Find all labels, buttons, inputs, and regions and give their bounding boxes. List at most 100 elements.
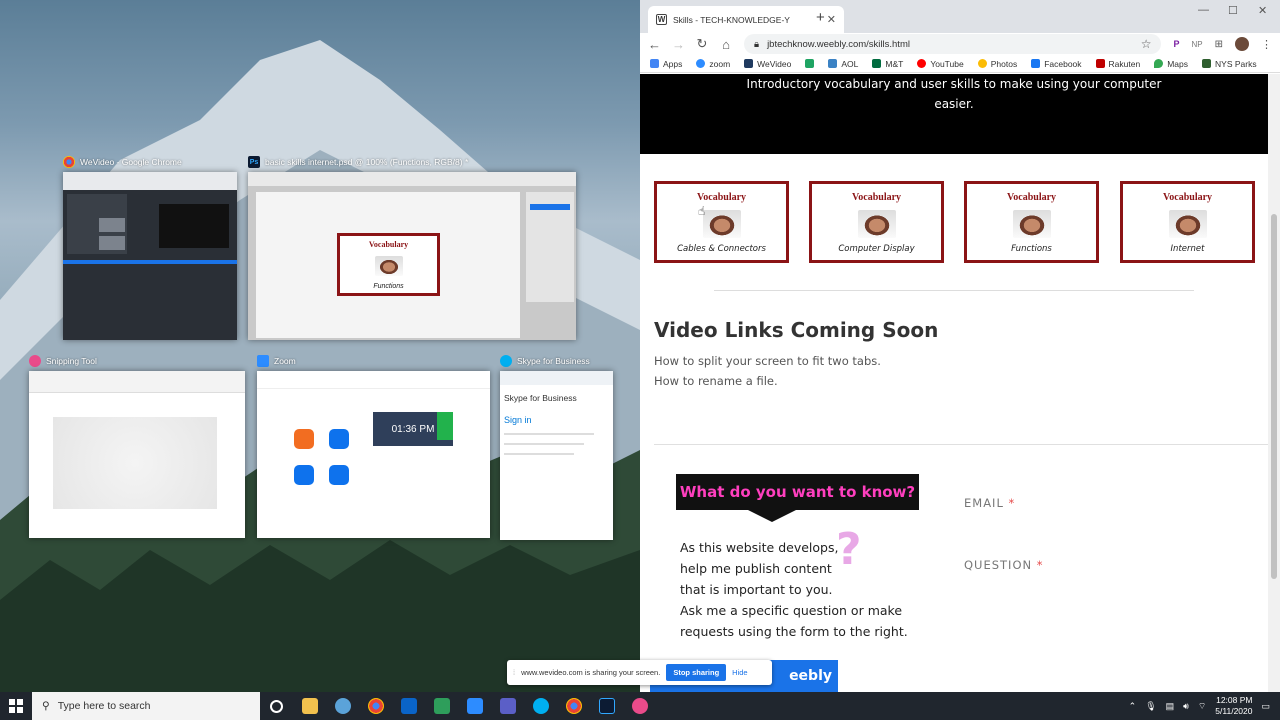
bookmark-nys-parks[interactable]: NYS Parks xyxy=(1202,59,1257,69)
hand-image xyxy=(1168,209,1207,238)
bookmark-youtube[interactable]: YouTube xyxy=(917,59,964,69)
back-arrow-icon[interactable]: ← xyxy=(648,37,661,52)
taskbar-zoom[interactable] xyxy=(458,692,491,720)
window-title: basic skills internet.psd @ 100% (Functi… xyxy=(265,157,469,167)
tab-strip: W Skills - TECH-KNOWLEDGE-Y ✕ + — ☐ ✕ xyxy=(640,0,1280,33)
taskview-window-zoom[interactable]: Zoom 01:36 PM xyxy=(257,355,490,538)
volume-icon[interactable]: 🔊︎ xyxy=(1183,701,1189,712)
card-computer-display[interactable]: Vocabulary Computer Display xyxy=(809,181,944,263)
window-preview xyxy=(29,371,245,538)
bookmark-photos[interactable]: Photos xyxy=(977,59,1017,69)
task-view-button[interactable] xyxy=(260,692,293,720)
bookmark-rakuten[interactable]: Rakuten xyxy=(1095,59,1140,69)
taskview-window-skype[interactable]: Skype for Business Skype for Business Si… xyxy=(500,355,613,540)
microphone-icon[interactable]: 🎙︎ xyxy=(1145,701,1156,712)
hand-image xyxy=(857,209,896,238)
hero-text: Introductory vocabulary and user skills … xyxy=(746,77,1162,111)
taskbar-chrome2[interactable] xyxy=(557,692,590,720)
taskbar-teams[interactable] xyxy=(491,692,524,720)
start-button[interactable] xyxy=(0,692,32,720)
card-cables-connectors[interactable]: Vocabulary Cables & Connectors xyxy=(654,181,789,263)
menu-dots-icon[interactable]: ⋮ xyxy=(1261,38,1272,51)
photoshop-icon: Ps xyxy=(248,156,260,168)
taskbar-skype[interactable] xyxy=(524,692,557,720)
zoom-icon xyxy=(257,355,269,367)
system-tray: ⌃ 🎙︎ ▤ 🔊︎ ⌔ 12:08 PM 5/11/2020 ▭ xyxy=(1129,695,1280,717)
bookmark-facebook[interactable]: Facebook xyxy=(1031,59,1082,69)
avatar[interactable] xyxy=(1235,37,1249,51)
nys-parks-icon xyxy=(1202,59,1212,68)
taskview-window-snipping-tool[interactable]: Snipping Tool xyxy=(29,355,245,538)
bookmark-mt[interactable]: M&T xyxy=(872,59,903,69)
minimize-button[interactable]: — xyxy=(1198,4,1209,16)
card-title: Vocabulary xyxy=(1006,192,1057,203)
extensions-grid-icon[interactable]: ⊞ xyxy=(1215,39,1223,50)
extension-np-icon[interactable]: NP xyxy=(1191,40,1202,49)
notifications-icon[interactable]: ▭ xyxy=(1261,701,1270,712)
window-title-bar: WeVideo - Google Chrome xyxy=(63,154,182,170)
taskbar-app2[interactable] xyxy=(425,692,458,720)
taskbar-app[interactable] xyxy=(326,692,359,720)
scrollbar-thumb[interactable] xyxy=(1271,214,1277,579)
ask-text-line: that is important to you. xyxy=(680,582,833,597)
tab-title: Skills - TECH-KNOWLEDGE-Y xyxy=(673,14,790,25)
mt-icon xyxy=(872,59,882,68)
extension-icon[interactable]: P xyxy=(1173,39,1179,49)
bookmark-aol[interactable]: AOL xyxy=(828,59,858,69)
skype-icon xyxy=(500,355,512,367)
bookmark-maps[interactable]: Maps xyxy=(1154,59,1188,69)
card-functions[interactable]: Vocabulary Functions xyxy=(964,181,1099,263)
facebook-icon xyxy=(1031,59,1041,68)
mountain-wallpaper xyxy=(0,40,640,692)
window-preview: Skype for Business Sign in xyxy=(500,371,613,540)
bookmark-wevideo[interactable]: WeVideo xyxy=(744,59,791,69)
new-tab-button[interactable]: + xyxy=(816,9,825,26)
video-links-title: Video Links Coming Soon xyxy=(654,318,939,342)
drag-handle-icon[interactable]: ⁞ xyxy=(513,668,515,677)
taskbar-chrome[interactable] xyxy=(359,692,392,720)
bookmark-star-icon[interactable]: ☆ xyxy=(1141,37,1152,51)
skype-header: Skype for Business xyxy=(504,393,577,403)
page-scrollbar[interactable] xyxy=(1268,74,1280,692)
card-subtitle: Computer Display xyxy=(838,244,915,254)
chrome-icon xyxy=(367,698,384,714)
taskbar-photoshop[interactable] xyxy=(590,692,623,720)
clock[interactable]: 12:08 PM 5/11/2020 xyxy=(1215,695,1252,717)
taskbar-outlook[interactable] xyxy=(392,692,425,720)
bookmark-zoom[interactable]: zoom xyxy=(696,59,730,69)
network-icon[interactable]: ▤ xyxy=(1166,701,1175,712)
stop-sharing-button[interactable]: Stop sharing xyxy=(666,664,727,681)
taskview-window-wevideo[interactable]: WeVideo - Google Chrome xyxy=(63,156,237,340)
address-bar[interactable]: 🔒︎ jbtechknow.weebly.com/skills.html ☆ xyxy=(744,34,1162,54)
tab-skills[interactable]: W Skills - TECH-KNOWLEDGE-Y ✕ xyxy=(648,6,844,33)
share-message: www.wevideo.com is sharing your screen. xyxy=(521,668,661,677)
outlook-icon xyxy=(400,698,417,714)
taskbar-search[interactable]: ⚲ Type here to search xyxy=(32,692,260,720)
chrome-icon xyxy=(63,156,75,168)
zoom-icon xyxy=(696,59,706,68)
forward-arrow-icon[interactable]: → xyxy=(672,37,685,52)
hide-button[interactable]: Hide xyxy=(732,668,747,677)
bookmark-green[interactable] xyxy=(805,59,815,68)
rakuten-icon xyxy=(1095,59,1105,68)
teams-icon xyxy=(499,698,516,714)
email-label: EMAIL * xyxy=(964,496,1016,510)
close-tab-icon[interactable]: ✕ xyxy=(827,13,836,26)
taskbar: ⚲ Type here to search ⌃ 🎙︎ ▤ 🔊︎ ⌔ 12:08 … xyxy=(0,692,1280,720)
card-subtitle: Internet xyxy=(1170,244,1205,254)
wifi-icon[interactable]: ⌔ xyxy=(1198,701,1206,712)
taskview-window-photoshop[interactable]: Ps basic skills internet.psd @ 100% (Fun… xyxy=(248,156,576,340)
close-window-button[interactable]: ✕ xyxy=(1258,4,1267,17)
chevron-up-icon[interactable]: ⌃ xyxy=(1129,701,1137,712)
bookmark-apps[interactable]: Apps xyxy=(650,59,682,69)
question-field[interactable] xyxy=(964,576,1254,646)
card-internet[interactable]: Vocabulary Internet xyxy=(1120,181,1255,263)
window-title: WeVideo - Google Chrome xyxy=(80,157,182,167)
maximize-button[interactable]: ☐ xyxy=(1228,4,1238,17)
reload-icon[interactable]: ↻ xyxy=(696,36,708,52)
home-icon[interactable]: ⌂ xyxy=(720,37,732,52)
taskbar-snipping[interactable] xyxy=(623,692,656,720)
email-field[interactable] xyxy=(964,514,1254,540)
taskbar-file-explorer[interactable] xyxy=(293,692,326,720)
desktop-background: WeVideo - Google Chrome Ps basic skills … xyxy=(0,0,640,692)
